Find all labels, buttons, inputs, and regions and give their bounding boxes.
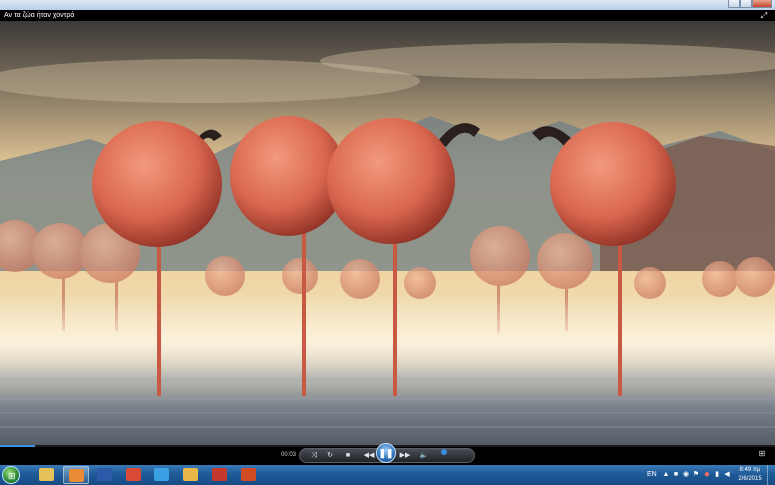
volume-slider[interactable] bbox=[432, 451, 472, 453]
taskbar-button-powerpoint[interactable] bbox=[236, 466, 262, 484]
next-icon[interactable]: ▶▶ bbox=[398, 449, 412, 462]
shuffle-icon[interactable]: ⤨ bbox=[308, 449, 320, 462]
word-icon bbox=[97, 468, 112, 481]
video-scene bbox=[0, 21, 775, 445]
taskbar-button-app-red[interactable] bbox=[207, 466, 233, 484]
volume-icon[interactable]: ◀ bbox=[723, 471, 731, 479]
fullscreen-icon[interactable]: ⤢ bbox=[759, 11, 769, 20]
paint-icon bbox=[183, 468, 198, 481]
tray-expand-icon[interactable]: ▲ bbox=[662, 471, 670, 479]
minimize-button[interactable] bbox=[728, 0, 740, 8]
player-title-bar: Αν τα ζώα ήταν χοντρά ⤢ bbox=[0, 10, 775, 21]
start-button[interactable]: ⊞ bbox=[2, 466, 20, 484]
pause-button[interactable]: ❚❚ bbox=[376, 443, 396, 463]
tray-sync-icon[interactable]: ◉ bbox=[682, 471, 690, 479]
language-indicator[interactable]: EN bbox=[647, 470, 657, 479]
taskbar: ⊞ EN ▲ ■ ◉ ⚑ ◆ ▮ ◀ 8:49 πμ 2/6/2015 bbox=[0, 465, 775, 485]
show-desktop-button[interactable] bbox=[767, 465, 775, 485]
volume-knob[interactable] bbox=[441, 449, 447, 455]
taskbar-button-chrome[interactable] bbox=[121, 466, 147, 484]
mute-icon[interactable]: 🔈 bbox=[418, 449, 430, 462]
elapsed-time: 00:03 bbox=[281, 452, 297, 458]
clock-time[interactable]: 8:49 πμ bbox=[736, 466, 764, 474]
windows-flag-icon: ⊞ bbox=[8, 471, 16, 481]
action-center-flag-icon[interactable]: ⚑ bbox=[692, 471, 700, 479]
taskbar-button-media-player[interactable] bbox=[63, 466, 89, 484]
window-title: Αν τα ζώα ήταν χοντρά bbox=[4, 12, 75, 19]
explorer-icon bbox=[39, 468, 54, 481]
taskbar-button-paint[interactable] bbox=[178, 466, 204, 484]
taskbar-button-explorer[interactable] bbox=[34, 466, 60, 484]
repeat-icon[interactable]: ↻ bbox=[324, 449, 336, 462]
close-button[interactable] bbox=[752, 0, 772, 8]
tray-alert-icon[interactable]: ◆ bbox=[703, 471, 711, 479]
switch-view-icon[interactable]: ⊞ bbox=[757, 449, 767, 459]
network-icon[interactable]: ▮ bbox=[713, 471, 721, 479]
taskbar-button-internet-explorer[interactable] bbox=[149, 466, 175, 484]
chrome-icon bbox=[126, 468, 141, 481]
taskbar-button-word[interactable] bbox=[92, 466, 118, 484]
previous-icon[interactable]: ◀◀ bbox=[362, 449, 376, 462]
window-frame bbox=[0, 0, 775, 10]
internet-explorer-icon bbox=[154, 468, 169, 481]
clock-date[interactable]: 2/6/2015 bbox=[736, 475, 764, 483]
video-frame[interactable] bbox=[0, 21, 775, 445]
powerpoint-icon bbox=[241, 468, 256, 481]
seek-progress bbox=[0, 445, 35, 447]
stop-icon[interactable]: ■ bbox=[342, 449, 354, 462]
maximize-button[interactable] bbox=[740, 0, 752, 8]
tray-app-icon[interactable]: ■ bbox=[672, 471, 680, 479]
media-player-icon bbox=[69, 469, 84, 482]
app-red-icon bbox=[212, 468, 227, 481]
